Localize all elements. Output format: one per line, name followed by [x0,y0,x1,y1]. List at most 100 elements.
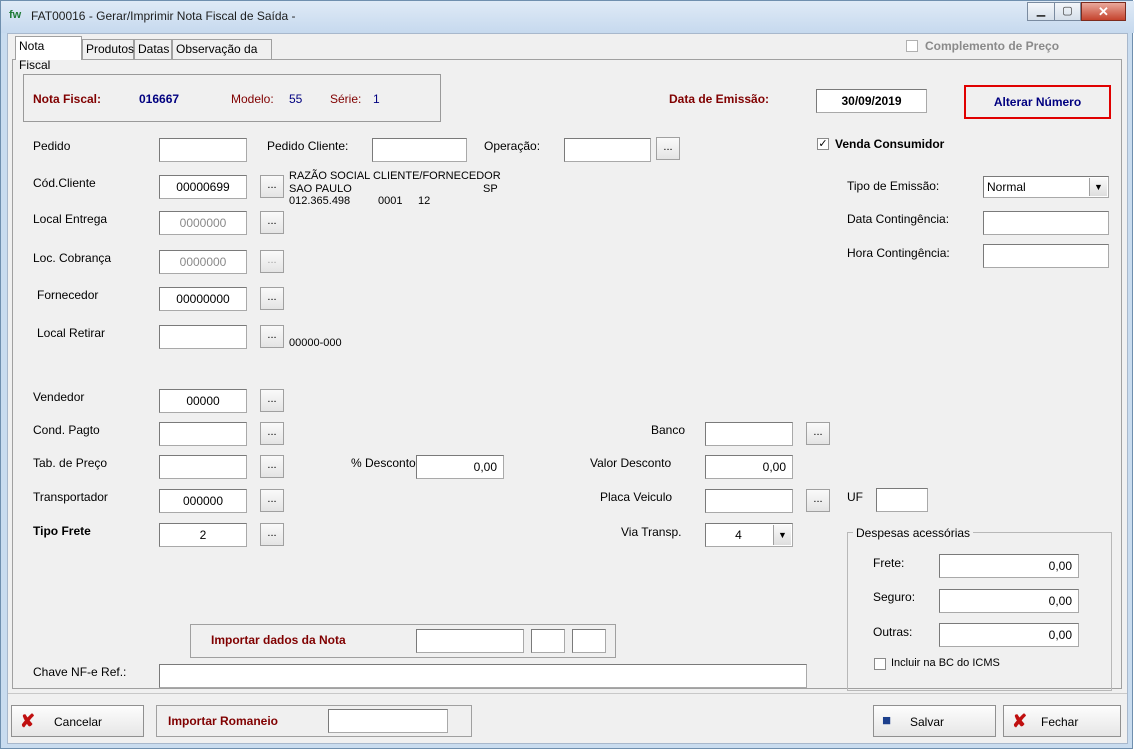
valor-desconto-label: Valor Desconto [590,456,672,470]
cod-cliente-field[interactable]: 00000699 [159,175,247,199]
operacao-field[interactable] [564,138,651,162]
data-emissao-field[interactable]: 30/09/2019 [816,89,927,113]
tipo-emissao-select[interactable]: Normal ▼ [983,176,1109,198]
incluir-bc-checkbox[interactable] [874,658,886,670]
local-entrega-field[interactable]: 0000000 [159,211,247,235]
tipo-frete-label: Tipo Frete [33,524,91,538]
data-emissao-label: Data de Emissão: [669,92,770,106]
placa-veiculo-field[interactable] [705,489,793,513]
pct-desconto-field[interactable]: 0,00 [416,455,504,479]
loc-cobranca-lookup-button[interactable]: ... [260,250,284,273]
title-bar[interactable]: fw FAT00016 - Gerar/Imprimir Nota Fiscal… [1,1,1134,33]
banco-lookup-button[interactable]: ... [806,422,830,445]
minimize-icon: ▁ [1036,5,1046,17]
despesas-title: Despesas acessórias [853,526,974,540]
cond-pagto-lookup-button[interactable]: ... [260,422,284,445]
maximize-button[interactable]: ▢ [1054,2,1081,21]
alterar-numero-button[interactable]: Alterar Número [964,85,1111,119]
maximize-icon: ▢ [1062,5,1073,17]
operacao-lookup-button[interactable]: ... [656,137,680,160]
minimize-button[interactable]: ▁ [1027,2,1055,21]
chave-nfe-ref-label: Chave NF-e Ref.: [33,665,127,679]
importar-nota-field-1[interactable] [416,629,524,653]
fornecedor-lookup-button[interactable]: ... [260,287,284,310]
nf-number: 016667 [139,92,180,106]
local-retirar-label: Local Retirar [37,326,106,340]
chevron-down-icon: ▼ [1089,178,1107,196]
importar-nota-button[interactable]: Importar dados da Nota [211,633,346,647]
tipo-frete-lookup-button[interactable]: ... [260,523,284,546]
modelo-value: 55 [289,92,303,106]
operacao-label: Operação: [484,139,541,153]
fechar-label: Fechar [1041,715,1079,729]
uf-label: UF [847,490,863,504]
cancelar-label: Cancelar [54,715,103,729]
importar-nota-field-2[interactable] [531,629,565,653]
pct-desconto-label: % Desconto [351,456,416,470]
local-retirar-lookup-button[interactable]: ... [260,325,284,348]
complemento-preco-label: Complemento de Preço [925,39,1060,53]
cliente-uf: SP [483,183,498,195]
placa-veiculo-lookup-button[interactable]: ... [806,489,830,512]
tab-preco-field[interactable] [159,455,247,479]
vendedor-label: Vendedor [33,390,85,404]
transportador-lookup-button[interactable]: ... [260,489,284,512]
salvar-button[interactable]: ■ Salvar [873,705,996,737]
local-retirar-field[interactable] [159,325,247,349]
fornecedor-field[interactable]: 00000000 [159,287,247,311]
valor-desconto-field[interactable]: 0,00 [705,455,793,479]
salvar-label: Salvar [910,715,945,729]
banco-field[interactable] [705,422,793,446]
serie-value: 1 [373,92,380,106]
tipo-frete-field[interactable]: 2 [159,523,247,547]
importar-romaneio-button[interactable]: Importar Romaneio [168,714,278,728]
complemento-preco-checkbox[interactable] [906,40,918,52]
chave-nfe-ref-field[interactable] [159,664,807,688]
cancelar-button[interactable]: ✘ Cancelar [11,705,144,737]
venda-consumidor-checkbox[interactable]: ✓ [817,138,829,150]
incluir-bc-label: Incluir na BC do ICMS [891,657,1000,669]
loc-cobranca-field[interactable]: 0000000 [159,250,247,274]
seguro-field[interactable]: 0,00 [939,589,1079,613]
outras-field[interactable]: 0,00 [939,623,1079,647]
tab-nota-fiscal[interactable]: Nota Fiscal [15,36,82,72]
cond-pagto-label: Cond. Pagto [33,423,100,437]
vendedor-field[interactable]: 00000 [159,389,247,413]
tipo-emissao-label: Tipo de Emissão: [847,179,940,193]
pedido-cliente-label: Pedido Cliente: [267,139,349,153]
close-x-icon: ✘ [1012,711,1028,731]
fornecedor-label: Fornecedor [37,288,99,302]
hora-contingencia-field[interactable] [983,244,1109,268]
fechar-button[interactable]: ✘ Fechar [1003,705,1121,737]
cliente-filial: 0001 [378,195,403,207]
data-contingencia-field[interactable] [983,211,1109,235]
cod-cliente-lookup-button[interactable]: ... [260,175,284,198]
venda-consumidor-label: Venda Consumidor [835,137,945,151]
uf-field[interactable] [876,488,928,512]
frete-label: Frete: [873,556,905,570]
tab-produtos[interactable]: Produtos [82,39,134,59]
nf-label: Nota Fiscal: [33,92,102,106]
pedido-label: Pedido [33,139,71,153]
cond-pagto-field[interactable] [159,422,247,446]
frete-field[interactable]: 0,00 [939,554,1079,578]
via-transp-select[interactable]: 4 ▼ [705,523,793,547]
tab-observacao[interactable]: Observação da NF [172,39,272,75]
cod-cliente-label: Cód.Cliente [33,176,96,190]
tab-preco-label: Tab. de Preço [33,456,108,470]
transportador-field[interactable]: 000000 [159,489,247,513]
tab-preco-lookup-button[interactable]: ... [260,455,284,478]
pedido-field[interactable] [159,138,247,162]
importar-nota-field-3[interactable] [572,629,606,653]
close-button[interactable]: ✕ [1081,2,1126,21]
chevron-down-icon: ▼ [773,525,791,545]
outras-label: Outras: [873,625,913,639]
pedido-cliente-field[interactable] [372,138,467,162]
vendedor-lookup-button[interactable]: ... [260,389,284,412]
romaneio-field[interactable] [328,709,448,733]
via-transp-value: 4 [735,528,742,542]
local-entrega-lookup-button[interactable]: ... [260,211,284,234]
local-entrega-label: Local Entrega [33,212,108,226]
app-logo-icon: fw [9,9,22,21]
tab-datas[interactable]: Datas [134,39,172,59]
